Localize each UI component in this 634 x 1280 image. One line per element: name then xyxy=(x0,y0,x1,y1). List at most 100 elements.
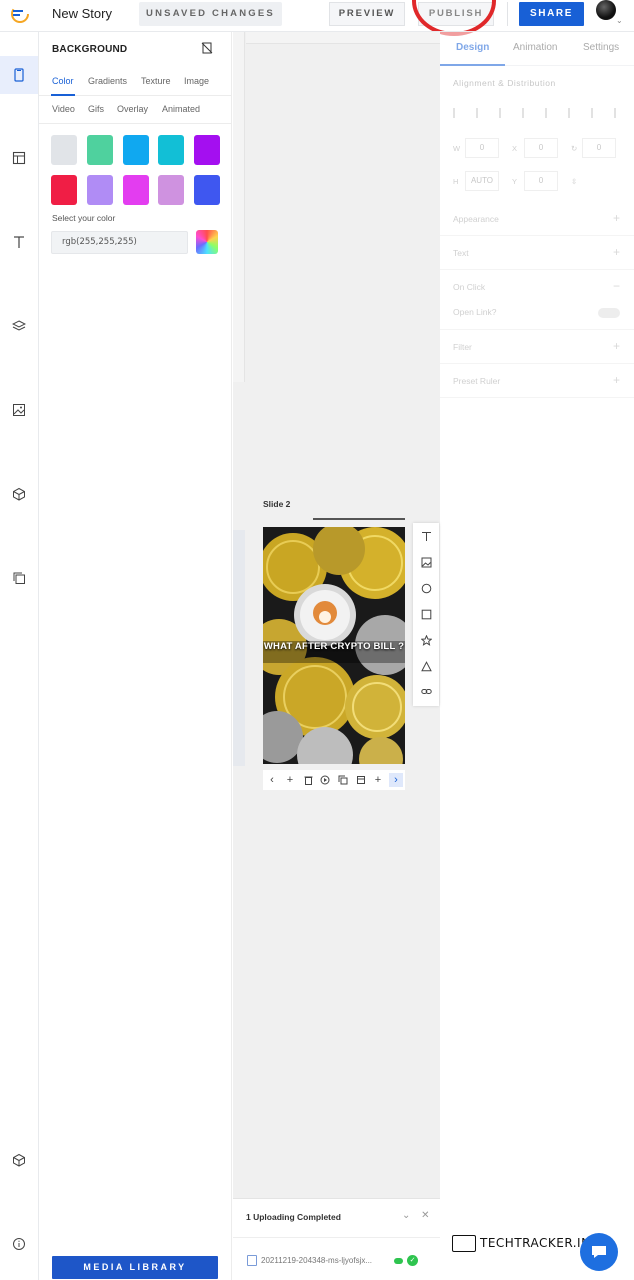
horizontal-ruler xyxy=(246,32,440,44)
share-button[interactable]: SHARE xyxy=(519,2,584,26)
color-value-input[interactable]: rgb(255,255,255) xyxy=(51,231,188,254)
image-icon[interactable] xyxy=(419,555,433,569)
open-link-toggle[interactable] xyxy=(598,308,620,318)
expand-icon[interactable]: + xyxy=(613,245,620,259)
slide-headline[interactable]: WHAT AFTER CRYPTO BILL ? xyxy=(263,641,405,652)
align-middle-icon[interactable] xyxy=(545,108,554,118)
color-swatch[interactable] xyxy=(123,135,149,165)
color-swatch[interactable] xyxy=(87,175,113,205)
x-input[interactable]: 0 xyxy=(524,138,558,158)
star-icon[interactable] xyxy=(419,633,433,647)
tab-color[interactable]: Color xyxy=(52,76,74,86)
section-preset-ruler[interactable]: Preset Ruler + xyxy=(440,364,634,398)
reset-background-icon[interactable] xyxy=(201,42,213,54)
color-swatch[interactable] xyxy=(51,175,77,205)
section-on-click[interactable]: On Click − Open Link? xyxy=(440,270,634,330)
rail-text-button[interactable] xyxy=(0,223,38,261)
trash-icon[interactable] xyxy=(301,773,315,787)
expand-icon[interactable]: + xyxy=(613,211,620,225)
lock-ratio-icon[interactable]: ⇳ xyxy=(571,177,577,186)
align-top-icon[interactable] xyxy=(522,108,531,118)
rail-box-button[interactable] xyxy=(0,1141,38,1179)
distribute-vertical-icon[interactable] xyxy=(614,108,623,118)
chevron-left-icon[interactable]: ‹ xyxy=(265,773,279,787)
color-swatch[interactable] xyxy=(158,135,184,165)
expand-icon[interactable]: + xyxy=(613,339,620,353)
preview-button[interactable]: PREVIEW xyxy=(329,2,405,26)
y-input[interactable]: 0 xyxy=(524,171,558,191)
tab-animated[interactable]: Animated xyxy=(162,104,200,114)
plus-icon[interactable]: + xyxy=(283,773,297,787)
section-appearance[interactable]: Appearance + xyxy=(440,202,634,236)
color-swatch[interactable] xyxy=(51,135,77,165)
tab-gifs[interactable]: Gifs xyxy=(88,104,104,114)
slide-preview[interactable]: WHAT AFTER CRYPTO BILL ? xyxy=(263,527,405,764)
align-bottom-icon[interactable] xyxy=(568,108,577,118)
triangle-icon[interactable] xyxy=(419,659,433,673)
slide-controls: ‹ + + › xyxy=(263,770,405,790)
elements-icon xyxy=(13,487,25,501)
select-color-label: Select your color xyxy=(52,213,116,223)
rail-copy-button[interactable] xyxy=(0,559,38,597)
color-swatch[interactable] xyxy=(123,175,149,205)
x-label: X xyxy=(512,144,518,153)
upload-status-panel: 1 Uploading Completed ⌄ ✕ 20211219-20434… xyxy=(233,1198,440,1280)
duplicate-icon[interactable] xyxy=(336,773,350,787)
text-icon[interactable] xyxy=(419,529,433,543)
rail-background-button[interactable] xyxy=(0,56,38,94)
rail-image-button[interactable] xyxy=(0,391,38,429)
align-center-icon[interactable] xyxy=(476,108,485,118)
chevron-down-icon[interactable]: ⌄ xyxy=(402,1210,410,1221)
color-swatch[interactable] xyxy=(194,175,220,205)
copy-icon[interactable] xyxy=(354,773,368,787)
story-title[interactable]: New Story xyxy=(52,6,112,21)
rail-layers-button[interactable] xyxy=(0,307,38,345)
add-icon[interactable]: + xyxy=(371,773,385,787)
copy-icon xyxy=(13,572,25,584)
align-left-icon[interactable] xyxy=(453,108,462,118)
chevron-right-icon[interactable]: › xyxy=(389,773,403,787)
expand-icon[interactable]: + xyxy=(613,373,620,387)
distribute-horizontal-icon[interactable] xyxy=(591,108,600,118)
link-icon[interactable] xyxy=(419,684,433,698)
info-icon xyxy=(13,1238,25,1250)
color-swatch[interactable] xyxy=(194,135,220,165)
square-icon[interactable] xyxy=(419,607,433,621)
avatar[interactable] xyxy=(596,0,616,20)
canvas-side-strip xyxy=(233,530,245,766)
tab-design[interactable]: Design xyxy=(456,42,489,53)
rail-elements-button[interactable] xyxy=(0,475,38,513)
section-text[interactable]: Text + xyxy=(440,236,634,270)
color-picker-icon[interactable] xyxy=(196,230,218,254)
height-input[interactable]: AUTO xyxy=(465,171,499,191)
background-panel: BACKGROUND Color Gradients Texture Image… xyxy=(39,32,232,1280)
tab-texture[interactable]: Texture xyxy=(141,76,171,86)
media-library-button[interactable]: MEDIA LIBRARY xyxy=(52,1256,218,1279)
chat-button[interactable] xyxy=(580,1233,618,1271)
play-icon[interactable] xyxy=(318,773,332,787)
rotation-input[interactable]: 0 xyxy=(582,138,616,158)
layers-icon xyxy=(12,320,26,331)
height-label: H xyxy=(453,177,459,186)
chevron-down-icon[interactable]: ⌄ xyxy=(616,16,623,25)
tab-image[interactable]: Image xyxy=(184,76,209,86)
tab-settings[interactable]: Settings xyxy=(583,42,619,53)
app-logo-icon[interactable] xyxy=(9,3,31,25)
rail-info-button[interactable] xyxy=(0,1225,38,1263)
circle-icon[interactable] xyxy=(419,581,433,595)
section-filter[interactable]: Filter + xyxy=(440,330,634,364)
file-icon xyxy=(247,1255,257,1266)
tab-animation[interactable]: Animation xyxy=(513,42,557,53)
tab-gradients[interactable]: Gradients xyxy=(88,76,127,86)
properties-tabs: Design Animation Settings xyxy=(440,32,634,66)
color-swatch[interactable] xyxy=(87,135,113,165)
align-right-icon[interactable] xyxy=(499,108,508,118)
rail-templates-button[interactable] xyxy=(0,139,38,177)
y-label: Y xyxy=(512,177,518,186)
collapse-icon[interactable]: − xyxy=(613,279,620,293)
tab-overlay[interactable]: Overlay xyxy=(117,104,148,114)
width-input[interactable]: 0 xyxy=(465,138,499,158)
tab-video[interactable]: Video xyxy=(52,104,75,114)
close-icon[interactable]: ✕ xyxy=(421,1210,429,1221)
color-swatch[interactable] xyxy=(158,175,184,205)
